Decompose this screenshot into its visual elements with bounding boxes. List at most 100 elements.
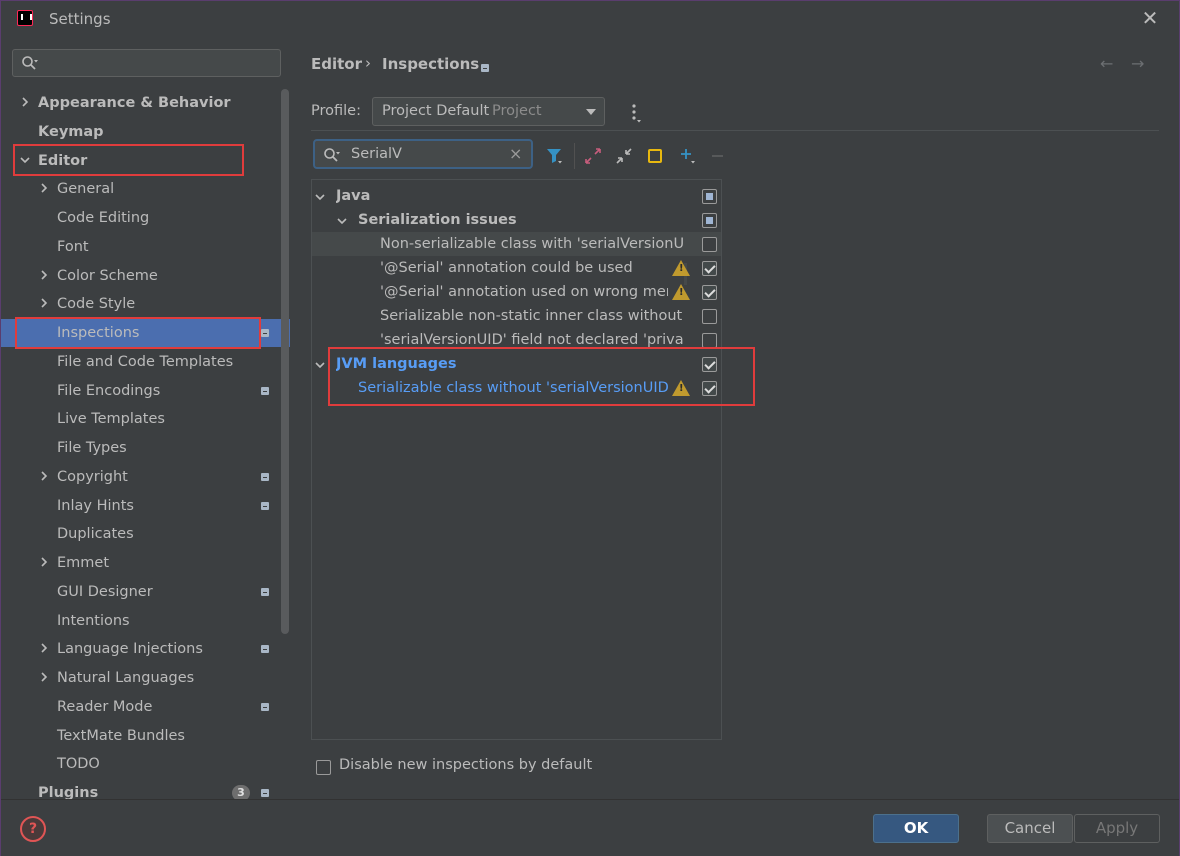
chevron-right-icon[interactable]: [39, 672, 49, 682]
inspection-enabled-checkbox[interactable]: [702, 285, 717, 300]
sidebar-item-file-and-code-templates[interactable]: File and Code Templates: [1, 348, 290, 376]
inspection-label: Serializable non-static inner class with…: [380, 308, 684, 324]
sidebar-item-label: TextMate Bundles: [57, 727, 185, 744]
inspection-enabled-checkbox[interactable]: [702, 309, 717, 324]
warning-icon: [672, 380, 690, 396]
project-scope-icon: [480, 61, 490, 77]
sidebar-item-file-encodings[interactable]: File Encodings: [1, 377, 290, 405]
sidebar-item-label: Color Scheme: [57, 267, 158, 284]
chevron-right-icon[interactable]: [39, 643, 49, 653]
sidebar-scrollbar[interactable]: [281, 89, 289, 634]
sidebar-item-label: Inlay Hints: [57, 497, 134, 514]
inspection-label: '@Serial' annotation used on wrong membe…: [380, 284, 668, 300]
inspection-enabled-checkbox[interactable]: [702, 189, 717, 204]
inspection-label: 'serialVersionUID' field not declared 'p…: [380, 332, 684, 348]
sidebar-item-keymap[interactable]: Keymap: [1, 118, 290, 146]
sidebar-item-live-templates[interactable]: Live Templates: [1, 405, 290, 433]
chevron-down-icon: [586, 109, 596, 115]
sidebar-item-emmet[interactable]: Emmet: [1, 549, 290, 577]
collapse-all-icon[interactable]: [615, 147, 633, 165]
sidebar-item-file-types[interactable]: File Types: [1, 434, 290, 462]
sidebar-item-editor[interactable]: Editor: [1, 147, 290, 175]
sidebar-item-color-scheme[interactable]: Color Scheme: [1, 262, 290, 290]
chevron-right-icon[interactable]: [39, 471, 49, 481]
breadcrumb-separator: ›: [365, 54, 371, 72]
sidebar-item-duplicates[interactable]: Duplicates: [1, 520, 290, 548]
intellij-logo-icon: [17, 10, 33, 26]
inspection-row[interactable]: 'serialVersionUID' field not declared 'p…: [312, 328, 721, 352]
clear-icon[interactable]: ×: [509, 144, 522, 163]
inspection-row[interactable]: JVM languages: [312, 352, 721, 376]
sidebar-item-textmate-bundles[interactable]: TextMate Bundles: [1, 722, 290, 750]
reset-to-default-icon[interactable]: [646, 147, 664, 165]
back-arrow-icon[interactable]: ←: [1100, 54, 1113, 73]
disable-new-inspections-label[interactable]: Disable new inspections by default: [339, 757, 592, 773]
chevron-right-icon[interactable]: [39, 298, 49, 308]
inspection-label: Non-serializable class with 'serialVersi…: [380, 236, 684, 252]
sidebar-item-natural-languages[interactable]: Natural Languages: [1, 664, 290, 692]
apply-button[interactable]: Apply: [1074, 814, 1160, 843]
sidebar-item-inspections[interactable]: Inspections: [1, 319, 290, 347]
sidebar-item-label: File Encodings: [57, 382, 161, 399]
inspection-row[interactable]: Serializable class without 'serialVersio…: [312, 376, 721, 400]
chevron-down-icon[interactable]: [315, 360, 325, 370]
chevron-right-icon[interactable]: [20, 97, 30, 107]
sidebar-item-font[interactable]: Font: [1, 233, 290, 261]
inspection-enabled-checkbox[interactable]: [702, 357, 717, 372]
sidebar-item-code-editing[interactable]: Code Editing: [1, 204, 290, 232]
title-bar: Settings ✕: [1, 1, 1179, 37]
chevron-right-icon[interactable]: [39, 183, 49, 193]
inspection-row[interactable]: '@Serial' annotation used on wrong membe…: [312, 280, 721, 304]
project-scope-icon: [261, 702, 269, 711]
chevron-down-icon[interactable]: [20, 155, 30, 165]
add-icon[interactable]: [679, 147, 697, 165]
sidebar-item-intentions[interactable]: Intentions: [1, 607, 290, 635]
chevron-down-icon[interactable]: [337, 216, 347, 226]
inspection-row[interactable]: Java: [312, 184, 721, 208]
filter-icon[interactable]: [546, 147, 564, 165]
sidebar-item-appearance-behavior[interactable]: Appearance & Behavior: [1, 89, 290, 117]
sidebar-item-label: Intentions: [57, 612, 130, 629]
search-icon: [22, 56, 38, 70]
sidebar-item-label: File and Code Templates: [57, 353, 234, 370]
inspection-enabled-checkbox[interactable]: [702, 237, 717, 252]
cancel-button[interactable]: Cancel: [987, 814, 1073, 843]
sidebar-item-label: Editor: [38, 152, 88, 169]
sidebar-item-copyright[interactable]: Copyright: [1, 463, 290, 491]
inspection-filter-input[interactable]: SerialV ×: [313, 139, 533, 169]
inspection-enabled-checkbox[interactable]: [702, 381, 717, 396]
chevron-right-icon[interactable]: [39, 557, 49, 567]
profile-dropdown[interactable]: Project Default Project: [372, 97, 605, 126]
expand-all-icon[interactable]: [584, 147, 602, 165]
sidebar-item-label: File Types: [57, 440, 127, 456]
chevron-down-icon[interactable]: [315, 192, 325, 202]
sidebar-item-todo[interactable]: TODO: [1, 750, 290, 778]
inspection-row[interactable]: Serializable non-static inner class with…: [312, 304, 721, 328]
settings-search-input[interactable]: [12, 49, 281, 77]
sidebar-item-label: Language Injections: [57, 641, 203, 658]
inspections-tree: Java Serialization issues Non-serializable…: [311, 179, 722, 740]
dialog-footer: ? OK Cancel Apply: [1, 799, 1179, 856]
inspection-row[interactable]: Non-serializable class with 'serialVersi…: [312, 232, 721, 256]
forward-arrow-icon[interactable]: →: [1131, 54, 1144, 73]
sidebar-item-reader-mode[interactable]: Reader Mode: [1, 693, 290, 721]
sidebar-item-inlay-hints[interactable]: Inlay Hints: [1, 492, 290, 520]
inspection-enabled-checkbox[interactable]: [702, 213, 717, 228]
remove-icon[interactable]: [709, 147, 727, 165]
sidebar-item-general[interactable]: General: [1, 175, 290, 203]
close-icon[interactable]: ✕: [1139, 6, 1161, 30]
disable-new-inspections-checkbox[interactable]: [316, 760, 331, 775]
ok-button[interactable]: OK: [873, 814, 959, 843]
inspection-row[interactable]: Serialization issues: [312, 208, 721, 232]
sidebar-item-gui-designer[interactable]: GUI Designer: [1, 578, 290, 606]
inspection-row[interactable]: '@Serial' annotation could be used: [312, 256, 721, 280]
chevron-right-icon[interactable]: [39, 269, 49, 280]
inspection-enabled-checkbox[interactable]: [702, 333, 717, 348]
inspection-enabled-checkbox[interactable]: [702, 261, 717, 276]
sidebar-item-code-style[interactable]: Code Style: [1, 290, 290, 318]
sidebar-item-language-injections[interactable]: Language Injections: [1, 635, 290, 663]
help-icon[interactable]: ?: [20, 816, 46, 842]
breadcrumb-editor[interactable]: Editor: [311, 55, 362, 73]
profile-value: Project Default: [382, 103, 490, 119]
more-options-icon[interactable]: [630, 103, 642, 123]
